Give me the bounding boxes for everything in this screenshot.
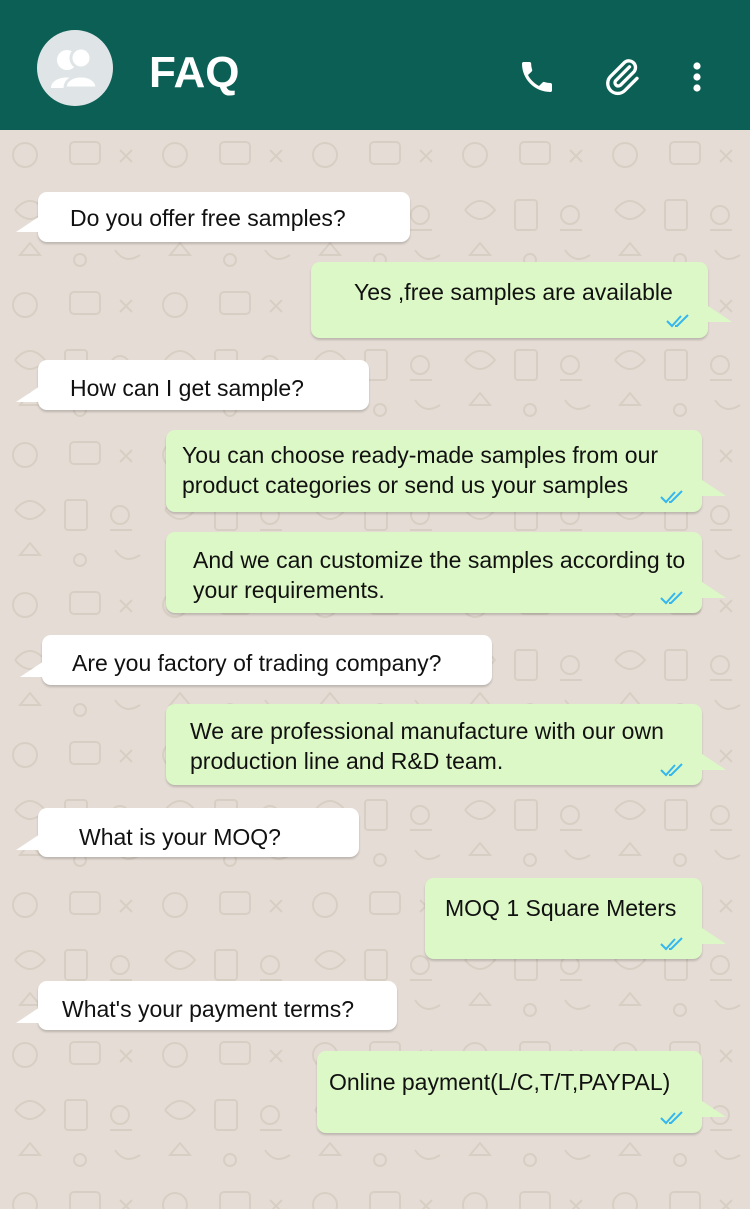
chat-header: FAQ (0, 0, 750, 130)
group-avatar-icon[interactable] (37, 30, 113, 106)
bubble-tail (16, 216, 40, 232)
bubble-tail (702, 480, 726, 496)
chat-title[interactable]: FAQ (149, 47, 239, 99)
bubble-tail (16, 834, 40, 850)
message-text: Yes ,free samples are available (354, 279, 673, 305)
message-text: Online payment(L/C,T/T,PAYPAL) (329, 1069, 671, 1095)
bubble-tail (702, 1101, 726, 1117)
double-check-icon (660, 937, 686, 951)
incoming-message[interactable]: Are you factory of trading company? (20, 635, 492, 685)
phone-icon[interactable] (517, 57, 557, 97)
message-text: What's your payment terms? (62, 996, 354, 1022)
bubble-tail (20, 661, 44, 677)
outgoing-message[interactable]: Yes ,free samples are available (311, 262, 732, 338)
message-text: And we can customize the samples accordi… (193, 547, 686, 603)
incoming-message[interactable]: What is your MOQ? (16, 808, 359, 857)
outgoing-message[interactable]: And we can customize the samples accordi… (166, 532, 726, 613)
double-check-icon (660, 763, 686, 777)
outgoing-message[interactable]: We are professional manufacture with our… (166, 704, 726, 785)
message-text: Are you factory of trading company? (72, 650, 442, 676)
double-check-icon (666, 314, 692, 328)
incoming-message[interactable]: Do you offer free samples? (16, 192, 410, 242)
bubble-tail (708, 306, 732, 322)
outgoing-message[interactable]: You can choose ready-made samples from o… (166, 430, 726, 512)
message-text: Do you offer free samples? (70, 205, 346, 231)
double-check-icon (660, 490, 686, 504)
message-text: We are professional manufacture with our… (190, 718, 664, 774)
incoming-message[interactable]: What's your payment terms? (16, 981, 397, 1030)
bubble-tail (702, 582, 726, 598)
double-check-icon (660, 1111, 686, 1125)
message-text: How can I get sample? (70, 375, 304, 401)
paperclip-icon[interactable] (602, 56, 642, 96)
message-text: MOQ 1 Square Meters (445, 895, 677, 921)
incoming-message[interactable]: How can I get sample? (16, 360, 369, 410)
outgoing-message[interactable]: MOQ 1 Square Meters (425, 878, 726, 959)
message-text: What is your MOQ? (79, 824, 281, 850)
bubble-tail (16, 386, 40, 402)
double-check-icon (660, 591, 686, 605)
outgoing-message[interactable]: Online payment(L/C,T/T,PAYPAL) (317, 1051, 726, 1133)
message-text: You can choose ready-made samples from o… (182, 442, 659, 498)
bubble-tail (16, 1007, 40, 1023)
more-vert-icon[interactable] (677, 57, 717, 97)
bubble-tail (702, 754, 726, 770)
bubble-tail (702, 928, 726, 944)
